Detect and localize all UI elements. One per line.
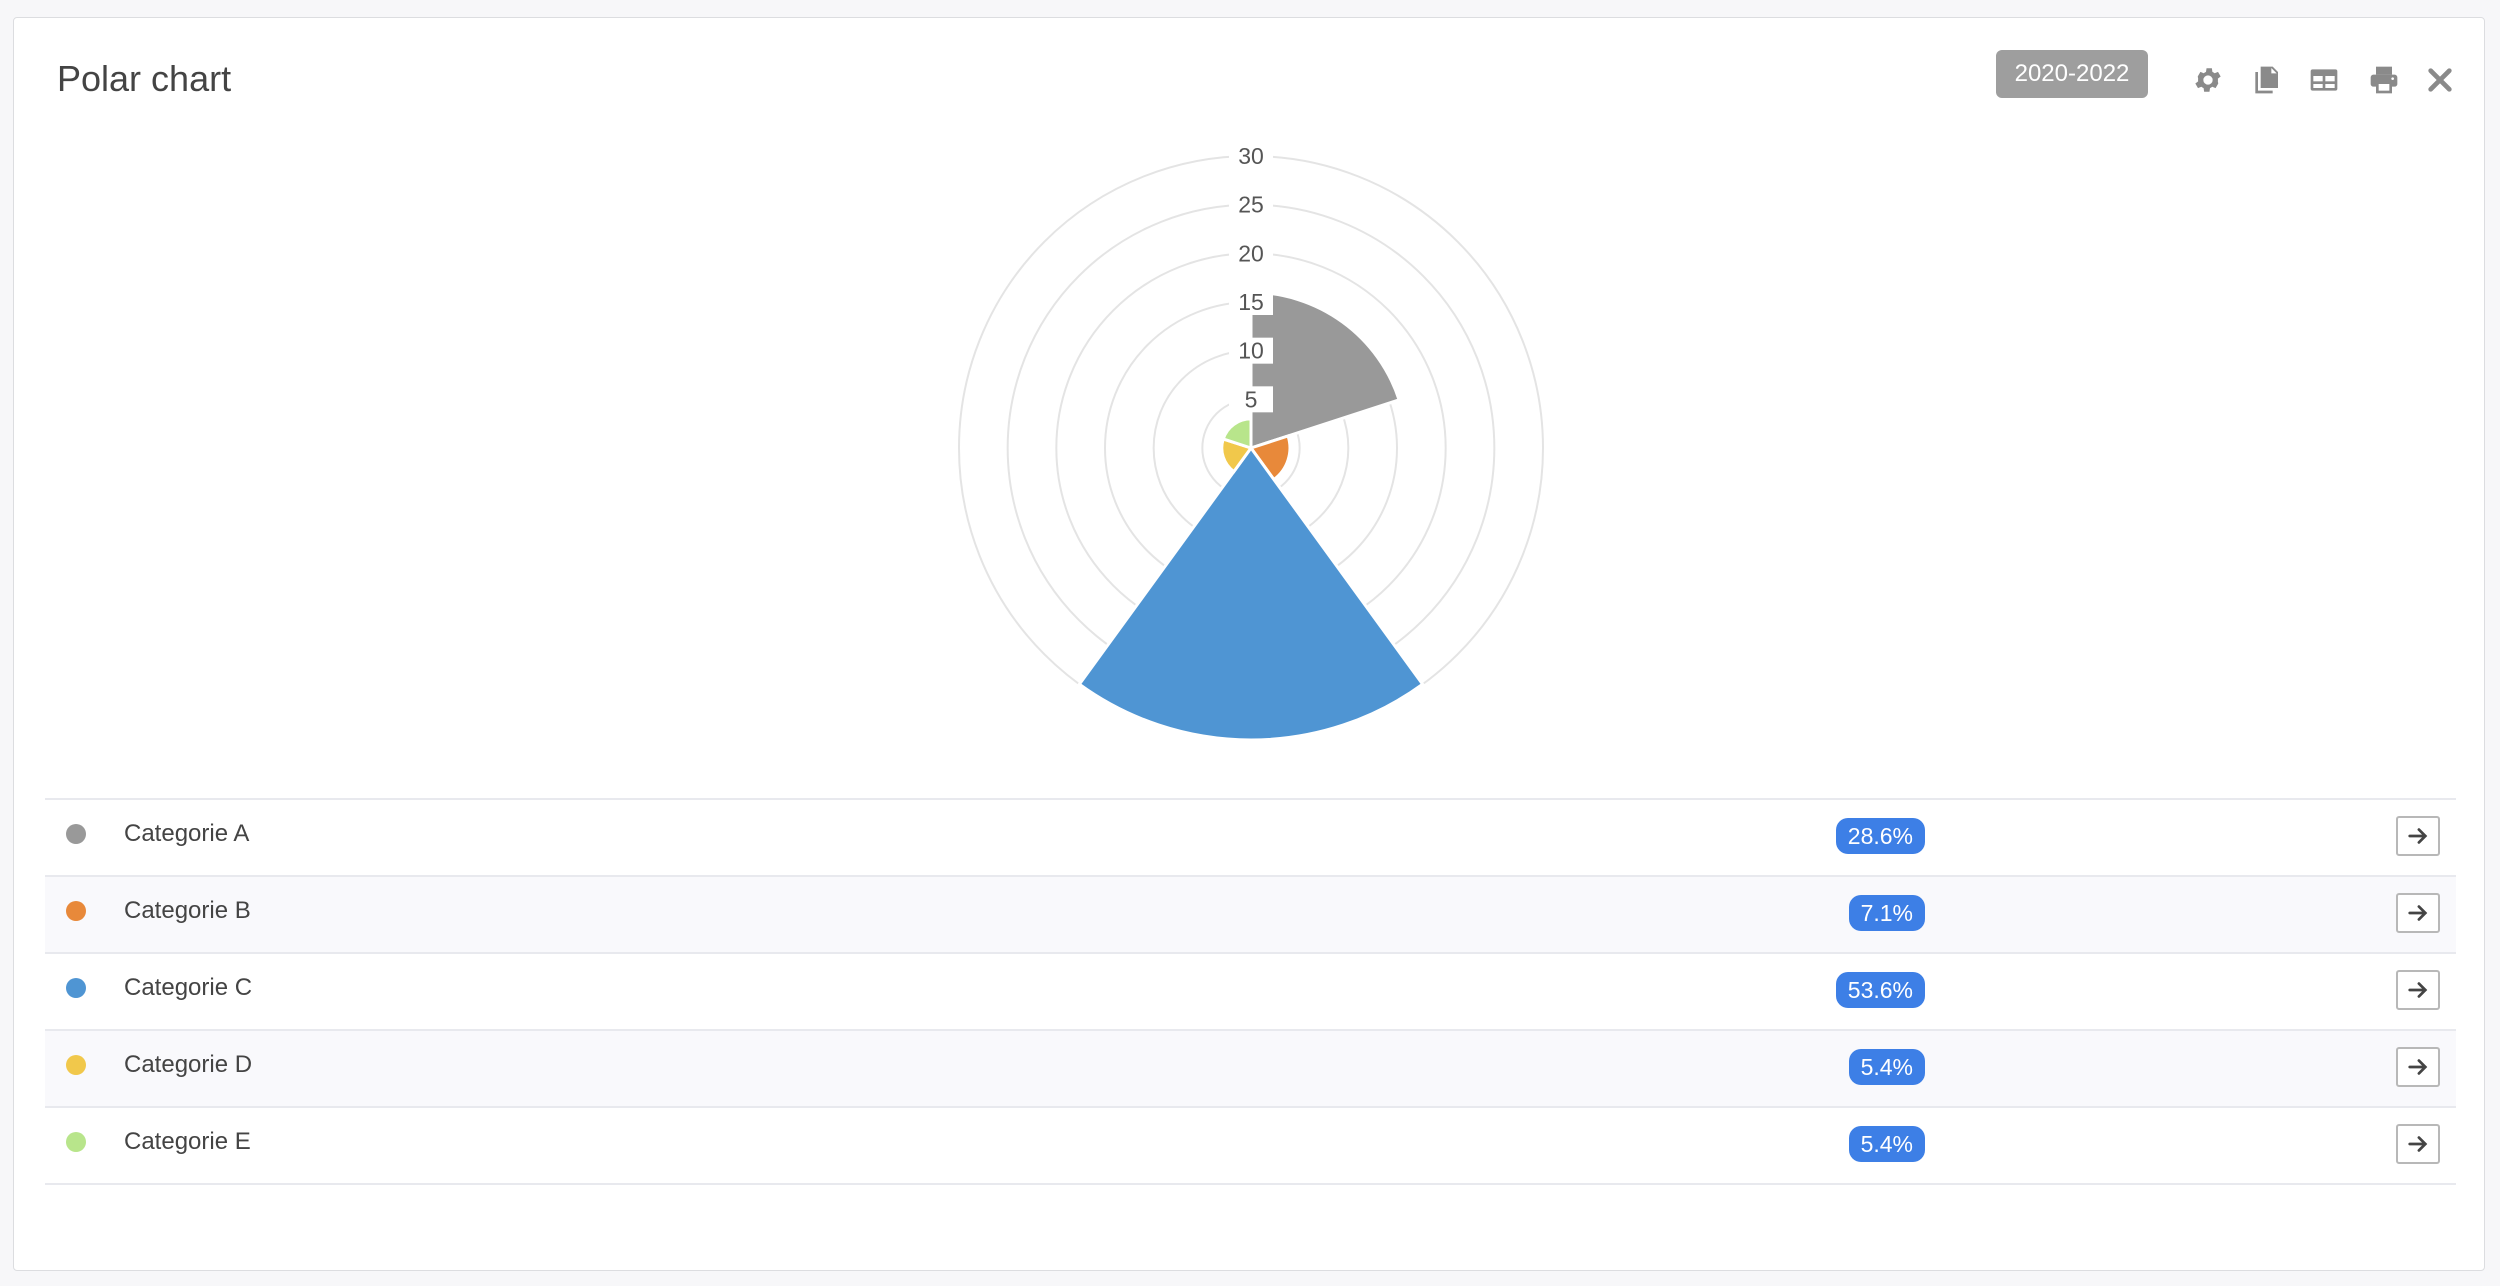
legend-dot (66, 978, 86, 998)
legend-row-categorie-a: Categorie A 28.6% (45, 798, 2456, 875)
legend-label: Categorie E (124, 1128, 251, 1155)
open-details-button[interactable] (2396, 893, 2440, 933)
legend-label: Categorie C (124, 974, 253, 1001)
arrow-right-icon (2408, 1059, 2428, 1075)
open-details-button[interactable] (2396, 1124, 2440, 1164)
arrow-right-icon (2408, 1136, 2428, 1152)
percent-badge: 28.6% (1835, 818, 1925, 854)
r-tick-label: 15 (1238, 289, 1264, 315)
legend-dot (66, 1132, 86, 1152)
percent-badge: 5.4% (1848, 1126, 1925, 1162)
r-tick-label: 30 (1238, 143, 1264, 169)
r-tick-label: 20 (1238, 240, 1264, 266)
legend-dot (66, 901, 86, 921)
r-tick-label: 5 (1245, 386, 1258, 412)
open-details-button[interactable] (2396, 1047, 2440, 1087)
chart-card: Polar chart 2020-2022 5 10 15 20 25 30 Catego… (13, 17, 2485, 1271)
legend-list: Categorie A 28.6% Categorie B 7.1% Categ… (45, 798, 2456, 1185)
polar-wedge (1077, 445, 1425, 742)
legend-dot (66, 824, 86, 844)
legend-label: Categorie D (124, 1051, 253, 1078)
legend-row-categorie-c: Categorie C 53.6% (45, 952, 2456, 1029)
legend-label: Categorie A (124, 820, 250, 847)
open-details-button[interactable] (2396, 816, 2440, 856)
r-tick-label: 25 (1238, 192, 1264, 218)
polar-area-chart: 5 10 15 20 25 30 (958, 143, 1544, 742)
legend-row-categorie-e: Categorie E 5.4% (45, 1106, 2456, 1185)
arrow-right-icon (2408, 982, 2428, 998)
legend-dot (66, 1055, 86, 1075)
open-details-button[interactable] (2396, 970, 2440, 1010)
percent-badge: 53.6% (1835, 972, 1925, 1008)
r-tick-label: 10 (1238, 338, 1264, 364)
polar-wedge (1249, 290, 1402, 451)
arrow-right-icon (2408, 905, 2428, 921)
arrow-right-icon (2408, 828, 2428, 844)
legend-row-categorie-b: Categorie B 7.1% (45, 875, 2456, 952)
percent-badge: 5.4% (1848, 1049, 1925, 1085)
legend-label: Categorie B (124, 897, 251, 924)
legend-row-categorie-d: Categorie D 5.4% (45, 1029, 2456, 1106)
percent-badge: 7.1% (1848, 895, 1925, 931)
